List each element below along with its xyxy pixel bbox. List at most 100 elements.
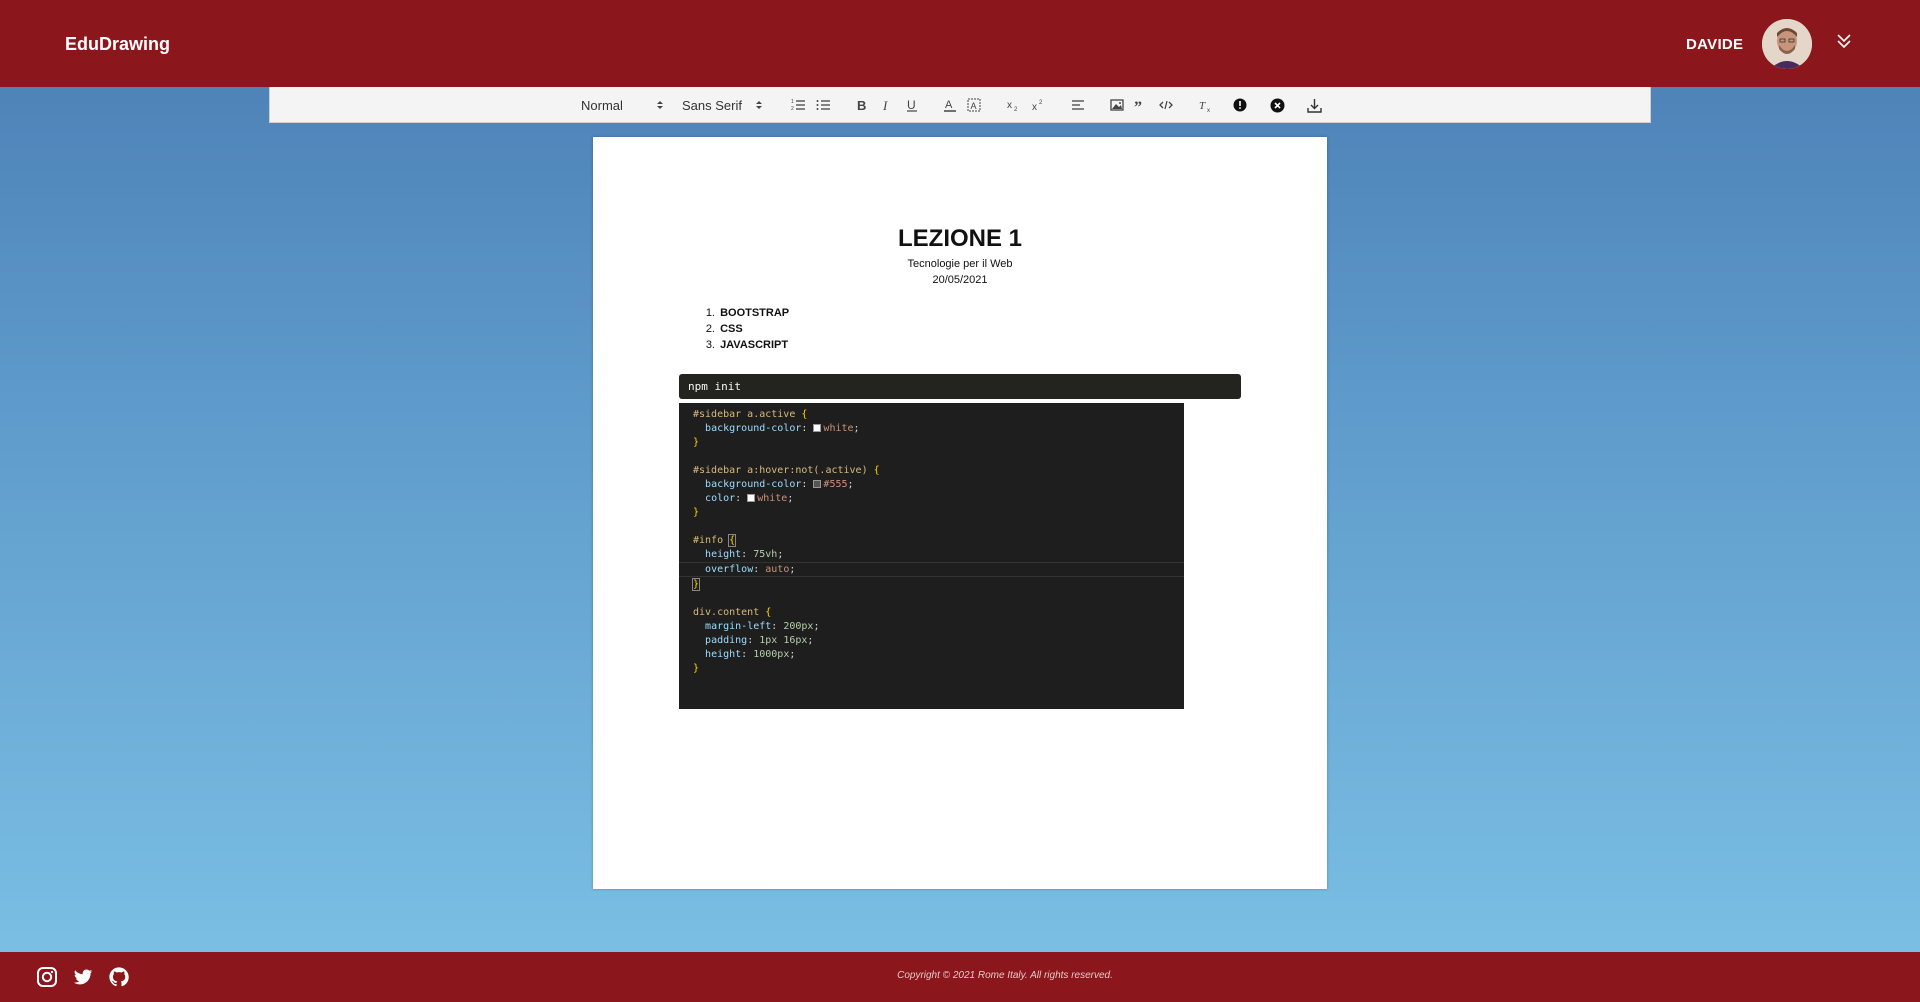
avatar[interactable] (1762, 19, 1812, 69)
code-screenshot-image[interactable]: #sidebar a.active { background-color: wh… (679, 403, 1184, 709)
code-semicolon: ; (787, 493, 794, 504)
code-property: background-color (705, 423, 802, 434)
font-picker[interactable]: Sans Serif (682, 87, 764, 123)
code-value: 200px (783, 621, 814, 632)
subscript-icon: x 2 (1007, 100, 1018, 112)
code-value: 75vh (753, 549, 778, 560)
bullet-list-icon (816, 100, 830, 110)
top-navbar: EduDrawing DAVIDE (0, 0, 1920, 87)
svg-text:2: 2 (1014, 107, 1018, 112)
code-semicolon: ; (789, 564, 796, 575)
code-semicolon: ; (777, 549, 784, 560)
list-item-text: JAVASCRIPT (720, 339, 789, 351)
underline-button[interactable]: U (906, 87, 918, 123)
background-color-icon: A (967, 98, 981, 112)
code-brace: } (691, 578, 701, 591)
avatar-image (1762, 19, 1812, 69)
align-left-icon (1072, 100, 1084, 110)
bold-button[interactable]: B (856, 87, 868, 123)
document-date: 20/05/2021 (932, 274, 988, 286)
bullet-list-button[interactable] (816, 87, 830, 123)
code-brace: { (728, 534, 737, 547)
user-name[interactable]: DAVIDE (1686, 36, 1743, 53)
svg-text:U: U (907, 98, 916, 112)
code-brace: { (765, 607, 772, 618)
superscript-icon: x 2 (1032, 100, 1043, 112)
svg-text:A: A (945, 99, 953, 111)
font-color-button[interactable]: A (943, 87, 957, 123)
svg-text:I: I (882, 98, 888, 112)
list-item-text: CSS (720, 323, 743, 335)
svg-text:2: 2 (1039, 100, 1043, 106)
clear-formatting-icon: T x (1199, 100, 1210, 112)
superscript-button[interactable]: x 2 (1032, 87, 1046, 123)
code-selector: #sidebar a.active (693, 409, 802, 420)
code-colon: : (753, 564, 766, 575)
document-page[interactable]: LEZIONE 1 Tecnologie per il Web 20/05/20… (593, 137, 1327, 889)
code-property: padding (705, 635, 748, 646)
chevron-double-down-icon[interactable] (1834, 32, 1854, 52)
ordered-list-button[interactable]: 1 2 (791, 87, 805, 123)
close-button[interactable] (1270, 87, 1285, 123)
color-swatch (813, 424, 822, 432)
code-colon: : (801, 423, 814, 434)
code-selector: #sidebar a:hover:not(.active) (693, 465, 874, 476)
code-value: #555 (823, 479, 848, 490)
list-item-text: BOOTSTRAP (720, 307, 790, 319)
code-value: white (823, 423, 854, 434)
document-subtitle: Tecnologie per il Web (907, 258, 1013, 270)
code-semicolon: ; (847, 479, 854, 490)
background-color-button[interactable]: A (967, 87, 981, 123)
code-value: 1px 16px (759, 635, 808, 646)
subscript-button[interactable]: x 2 (1007, 87, 1021, 123)
svg-text:”: ” (1134, 99, 1142, 112)
color-swatch (813, 480, 822, 488)
info-button[interactable] (1233, 87, 1247, 123)
code-block-button[interactable] (1159, 87, 1173, 123)
clean-formatting-button[interactable]: T x (1199, 87, 1213, 123)
code-brace: } (693, 437, 700, 448)
svg-text:A: A (971, 101, 977, 111)
code-brace: } (693, 507, 700, 518)
brand-logo[interactable]: EduDrawing (65, 34, 170, 55)
code-semicolon: ; (807, 635, 814, 646)
italic-button[interactable]: I (881, 87, 893, 123)
code-property: height (705, 549, 742, 560)
download-button[interactable] (1307, 87, 1322, 123)
list-item-number: 3. (705, 339, 715, 351)
svg-text:1: 1 (791, 99, 794, 105)
picker-arrows-icon (755, 101, 762, 109)
list-item-number: 2. (705, 323, 715, 335)
code-property: background-color (705, 479, 802, 490)
italic-icon: I (882, 98, 888, 112)
list-item: 3. JAVASCRIPT (701, 337, 789, 353)
list-item-number: 1. (705, 307, 715, 319)
editor-toolbar: Normal Sans Serif 1 2 B I U A A x 2 x 2 … (269, 87, 1651, 123)
header-picker-label: Normal (581, 97, 623, 113)
header-picker[interactable]: Normal (581, 87, 665, 123)
topic-list: 1. BOOTSTRAP 2. CSS 3. JAVASCRIPT (701, 305, 789, 353)
code-colon: : (741, 549, 754, 560)
ordered-list-icon: 1 2 (791, 99, 805, 112)
svg-text:x: x (1207, 108, 1210, 112)
code-brace: } (693, 663, 700, 674)
list-item: 2. CSS (701, 321, 789, 337)
code-value: 1000px (753, 649, 790, 660)
footer: Copyright © 2021 Rome Italy. All rights … (0, 952, 1920, 1002)
code-semicolon: ; (789, 649, 796, 660)
blockquote-button[interactable]: ” (1134, 87, 1148, 123)
code-colon: : (801, 479, 814, 490)
image-button[interactable] (1110, 87, 1124, 123)
info-icon (1233, 98, 1247, 112)
code-colon: : (741, 649, 754, 660)
code-value: auto (765, 564, 790, 575)
code-brace: { (801, 409, 808, 420)
code-block: npm init (679, 374, 1241, 399)
close-icon (1270, 98, 1285, 112)
copyright-label: Copyright © 2021 Rome Italy. All rights … (897, 970, 1113, 981)
code-selector: div.content (693, 607, 766, 618)
blockquote-icon: ” (1134, 99, 1142, 112)
align-button[interactable] (1071, 87, 1085, 123)
code-property: margin-left (705, 621, 772, 632)
code-colon: : (735, 493, 748, 504)
